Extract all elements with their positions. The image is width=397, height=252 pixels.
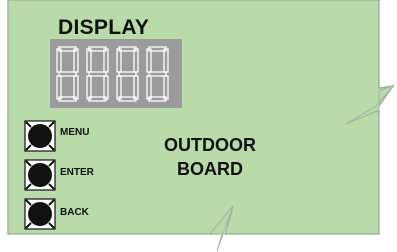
seven-segment-display xyxy=(50,39,182,108)
enter-button-label: ENTER xyxy=(60,167,94,178)
menu-button-label: MENU xyxy=(60,127,90,138)
enter-button[interactable] xyxy=(24,159,56,191)
back-button-cap xyxy=(28,202,52,226)
back-button[interactable] xyxy=(24,198,56,230)
board-title-line2: BOARD xyxy=(177,159,243,179)
menu-button-cap xyxy=(28,124,52,148)
back-button-label: BACK xyxy=(60,207,89,218)
board-title: OUTDOOR BOARD xyxy=(120,133,300,181)
enter-button-cap xyxy=(28,163,52,187)
menu-button[interactable] xyxy=(24,120,56,152)
board-title-line1: OUTDOOR xyxy=(164,135,256,155)
display-label: DISPLAY xyxy=(58,16,150,39)
